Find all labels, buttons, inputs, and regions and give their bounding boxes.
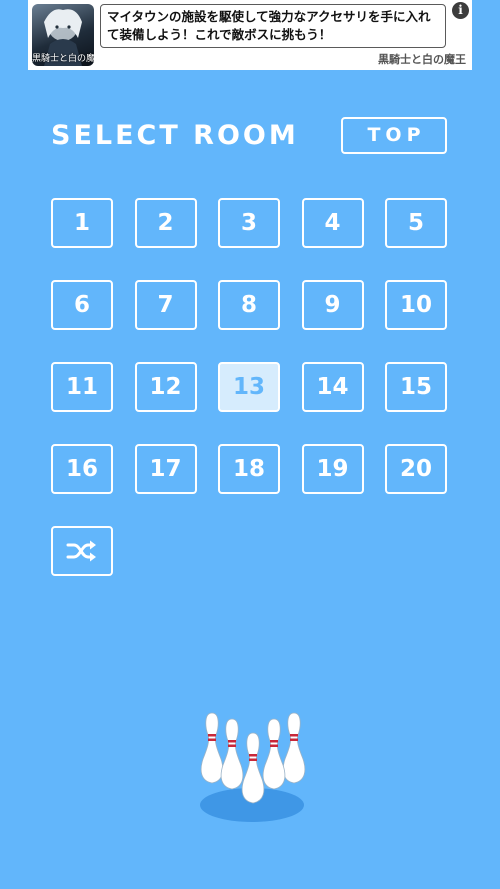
ad-source[interactable]: 黒騎士と白の魔王: [378, 51, 466, 67]
pin-front: [241, 732, 265, 804]
room-button-7[interactable]: 7: [134, 280, 197, 330]
room-button-11[interactable]: 11: [51, 362, 113, 412]
room-button-13-current[interactable]: 13: [218, 362, 280, 412]
ad-thumbnail[interactable]: 黒騎士と白の魔王: [32, 4, 94, 66]
room-button-2[interactable]: 2: [134, 198, 197, 248]
shuffle-button[interactable]: [51, 526, 113, 576]
room-button-17[interactable]: 17: [134, 444, 197, 494]
pin-mid-right: [262, 718, 286, 790]
room-button-12[interactable]: 12: [134, 362, 197, 412]
room-button-15[interactable]: 15: [385, 362, 447, 412]
top-button[interactable]: TOP: [341, 117, 447, 154]
room-button-20[interactable]: 20: [385, 444, 447, 494]
room-button-10[interactable]: 10: [385, 280, 447, 330]
room-button-3[interactable]: 3: [218, 198, 280, 248]
bowling-pins-icon: [200, 712, 306, 822]
room-button-8[interactable]: 8: [218, 280, 280, 330]
room-grid: 1 2 3 4 5 6 7 8 9 10 11 12 13 14 15 16 1…: [51, 198, 447, 576]
room-button-6[interactable]: 6: [51, 280, 113, 330]
room-button-14[interactable]: 14: [301, 362, 364, 412]
pin-back-right: [282, 712, 306, 784]
room-button-16[interactable]: 16: [51, 444, 113, 494]
page-title: SELECT ROOM: [51, 120, 299, 151]
pin-mid-left: [220, 718, 244, 790]
room-button-19[interactable]: 19: [301, 444, 364, 494]
room-button-4[interactable]: 4: [301, 198, 364, 248]
pin-back-left: [200, 712, 224, 784]
ad-thumbnail-caption: 黒騎士と白の魔王: [32, 54, 94, 64]
room-button-9[interactable]: 9: [301, 280, 364, 330]
shuffle-icon: [66, 540, 96, 562]
room-button-18[interactable]: 18: [218, 444, 280, 494]
ad-banner[interactable]: 黒騎士と白の魔王 マイタウンの施設を駆使して強力なアクセサリを手に入れて装備しよ…: [28, 0, 472, 70]
room-button-1[interactable]: 1: [51, 198, 113, 248]
ad-text[interactable]: マイタウンの施設を駆使して強力なアクセサリを手に入れて装備しよう！これで敵ボスに…: [100, 4, 446, 48]
info-icon[interactable]: i: [452, 2, 469, 19]
room-button-5[interactable]: 5: [385, 198, 447, 248]
